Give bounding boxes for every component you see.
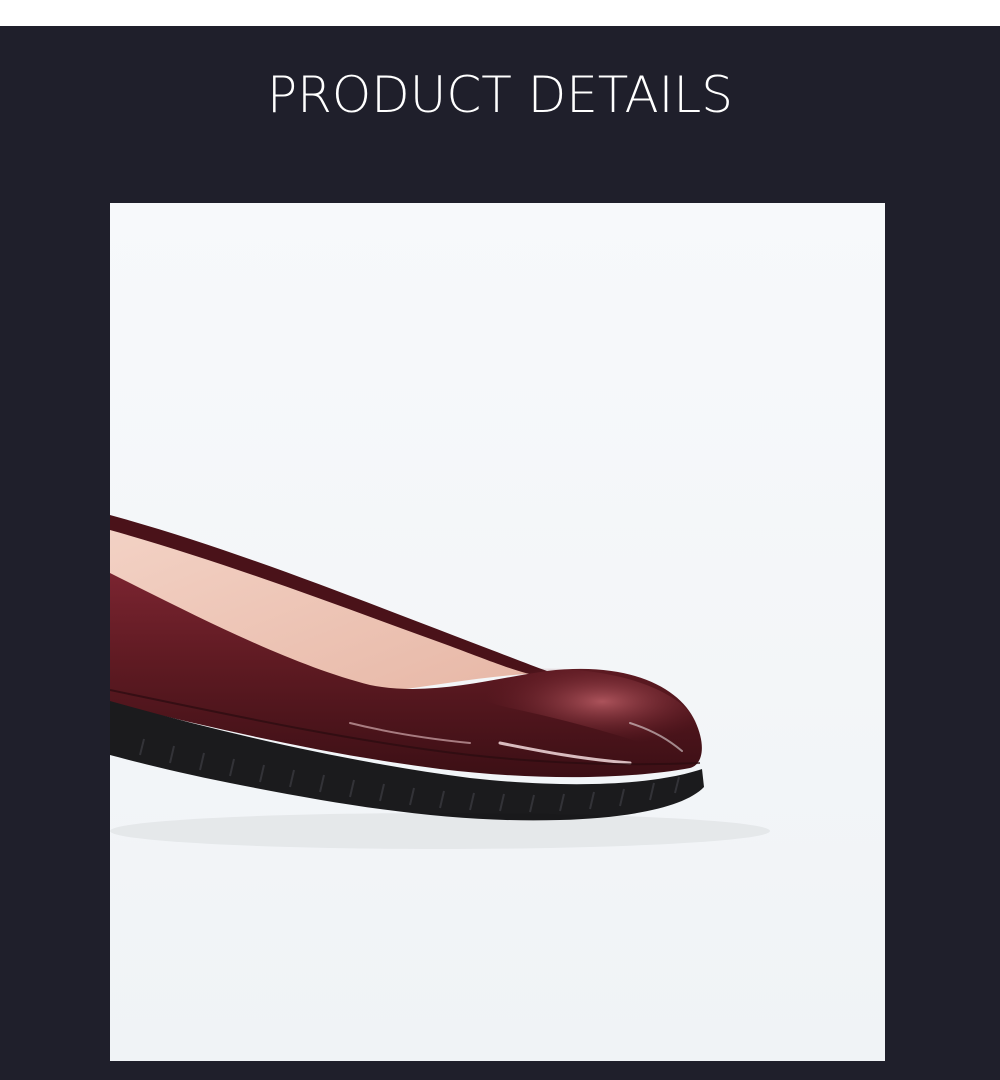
product-photo [110, 203, 885, 1061]
section-title: PRODUCT DETAILS [267, 66, 733, 124]
shoe-icon [110, 203, 885, 1061]
top-strip [0, 0, 1000, 26]
